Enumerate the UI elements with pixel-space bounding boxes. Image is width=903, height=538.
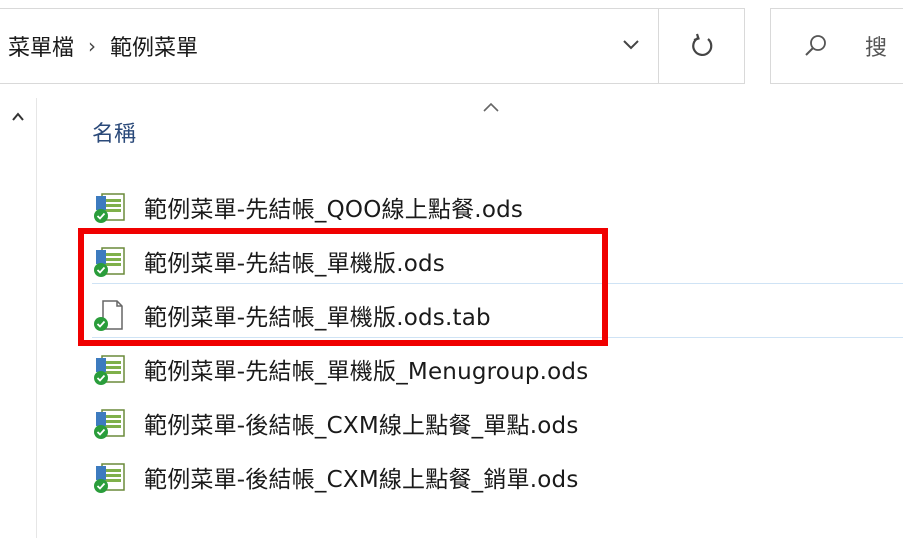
address-bar[interactable]: 菜單檔 › 範例菜單 — [0, 8, 659, 84]
file-name: 範例菜單-先結帳_單機版_Menugroup.ods — [144, 359, 589, 385]
file-name: 範例菜單-先結帳_QOO線上點餐.ods — [144, 197, 524, 223]
refresh-button[interactable] — [658, 8, 745, 84]
file-row[interactable]: 範例菜單-後結帳_CXM線上點餐_銷單.ods — [92, 452, 903, 502]
file-row[interactable]: 範例菜單-後結帳_CXM線上點餐_單點.ods — [92, 398, 903, 448]
ods-spreadsheet-icon — [94, 463, 125, 493]
chevron-down-icon[interactable] — [620, 33, 642, 55]
highlight-box — [78, 228, 608, 346]
file-row[interactable]: 範例菜單-先結帳_QOO線上點餐.ods — [92, 182, 903, 232]
navigation-pane[interactable] — [0, 98, 37, 538]
search-box[interactable]: 搜 — [770, 8, 903, 84]
breadcrumb-parent[interactable]: 菜單檔 — [0, 30, 74, 62]
search-placeholder: 搜 — [865, 36, 888, 61]
breadcrumb-current[interactable]: 範例菜單 — [110, 30, 198, 62]
file-explorer-window: 菜單檔 › 範例菜單 搜 名稱 範例菜單-先結帳_QOO線上點餐.ods 範例菜… — [0, 0, 903, 538]
chevron-up-icon[interactable] — [11, 112, 25, 122]
sort-ascending-icon — [483, 102, 499, 112]
ods-spreadsheet-icon — [94, 193, 125, 223]
refresh-icon — [691, 33, 712, 57]
ods-spreadsheet-icon — [94, 355, 125, 385]
file-name: 範例菜單-後結帳_CXM線上點餐_單點.ods — [144, 413, 579, 439]
breadcrumb-separator[interactable]: › — [88, 34, 96, 58]
file-name: 範例菜單-後結帳_CXM線上點餐_銷單.ods — [144, 467, 579, 493]
ods-spreadsheet-icon — [94, 409, 125, 439]
file-row[interactable]: 範例菜單-先結帳_單機版_Menugroup.ods — [92, 344, 903, 394]
column-header-name[interactable]: 名稱 — [92, 116, 136, 148]
search-icon — [805, 35, 826, 56]
